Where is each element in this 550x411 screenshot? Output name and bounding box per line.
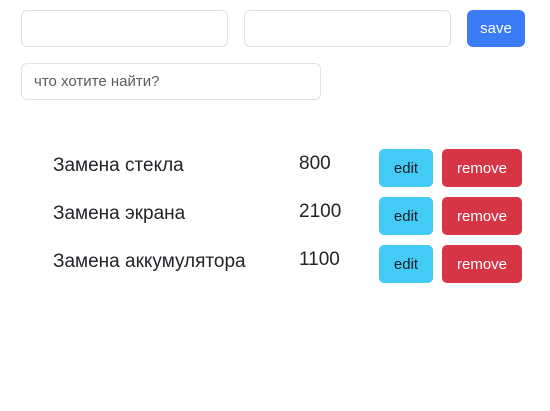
service-price-input[interactable] [244,10,451,47]
list-item: Замена стекла 800 edit remove [0,149,550,187]
remove-button[interactable]: remove [442,197,522,235]
item-price: 800 [299,153,331,174]
search-input[interactable] [21,63,321,100]
item-price: 2100 [299,201,342,222]
list-item: Замена экрана 2100 edit remove [0,197,550,235]
save-button[interactable]: save [467,10,525,47]
list-item: Замена аккумулятора 1100 edit remove [0,245,550,283]
page: save Замена стекла 800 edit remove Замен… [0,0,550,411]
service-list: Замена стекла 800 edit remove Замена экр… [0,149,550,293]
item-name: Замена экрана [53,203,186,224]
remove-button[interactable]: remove [442,245,522,283]
item-name: Замена стекла [53,155,184,176]
add-item-form: save [21,10,531,47]
item-name: Замена аккумулятора [53,251,246,272]
edit-button[interactable]: edit [379,245,433,283]
edit-button[interactable]: edit [379,197,433,235]
service-name-input[interactable] [21,10,228,47]
item-price: 1100 [299,249,340,270]
remove-button[interactable]: remove [442,149,522,187]
edit-button[interactable]: edit [379,149,433,187]
